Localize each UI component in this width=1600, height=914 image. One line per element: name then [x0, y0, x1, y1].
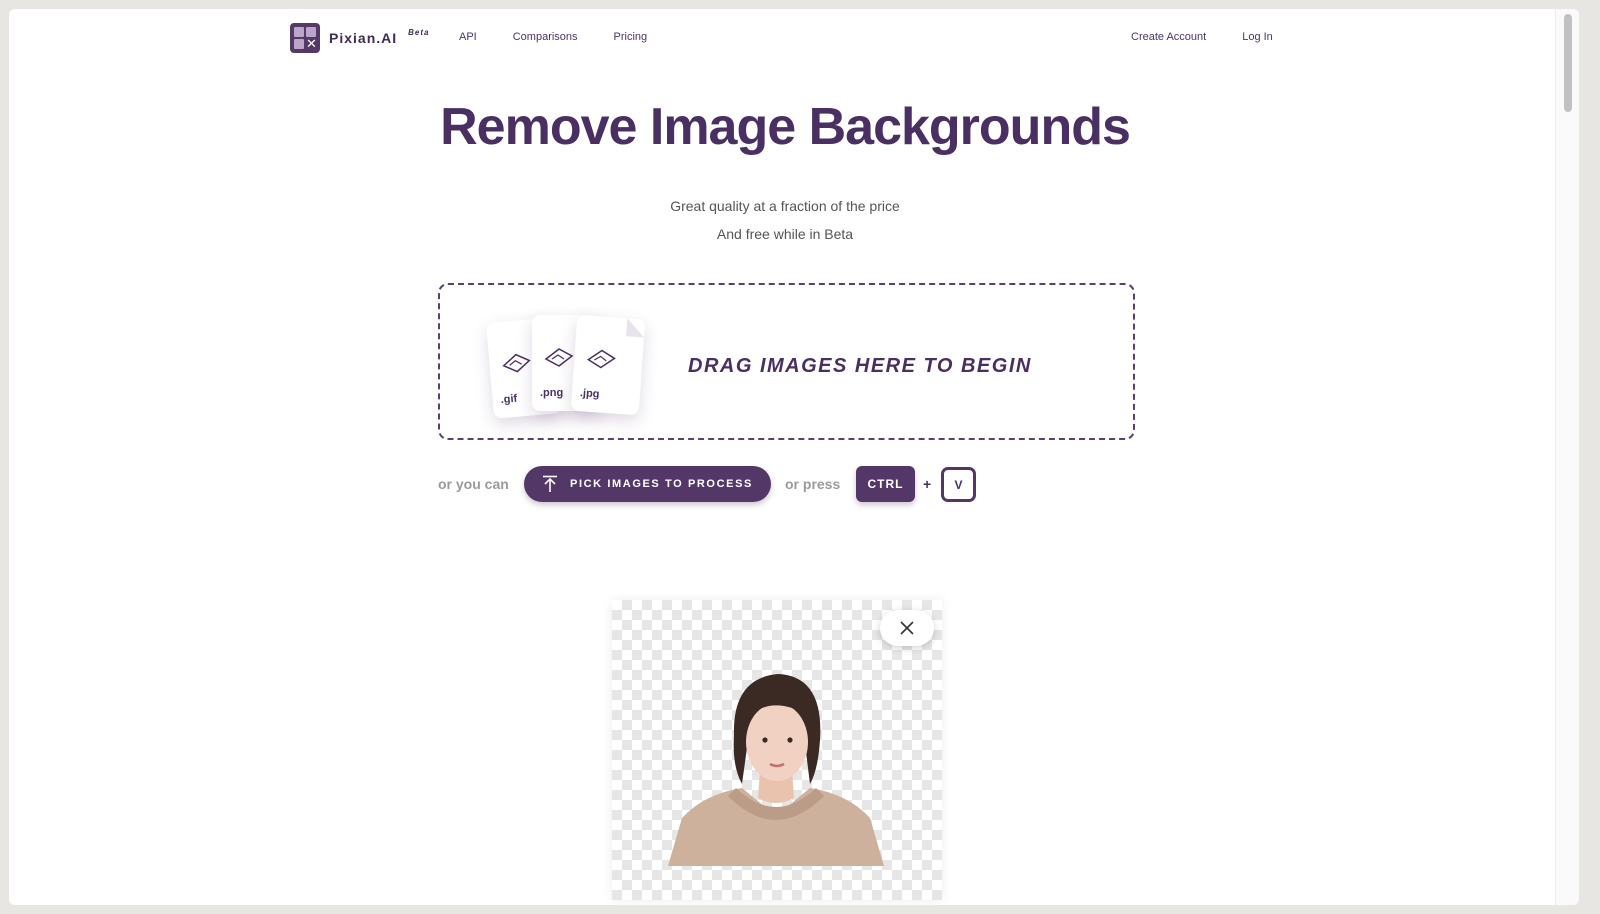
v-key: V: [941, 467, 976, 502]
pick-images-button[interactable]: PICK IMAGES TO PROCESS: [524, 466, 771, 502]
close-preview-button[interactable]: [880, 610, 934, 646]
subtitle-beta: And free while in Beta: [716, 226, 854, 242]
jpg-file-card: .jpg: [570, 314, 646, 416]
pick-images-label: PICK IMAGES TO PROCESS: [570, 478, 753, 490]
or-press-text: or press: [785, 476, 841, 492]
image-dropzone[interactable]: .gif .png .jpg DRAG IMAGES HERE TO BEGIN: [438, 283, 1135, 440]
image-file-icon: [544, 348, 574, 367]
subtitle-quality: Great quality at a fraction of the price: [670, 198, 900, 214]
file-ext-jpg: .jpg: [579, 387, 600, 401]
logo-text: Pixian.AI: [329, 30, 398, 46]
person-cutout-image: [668, 674, 884, 866]
image-file-icon: [502, 353, 531, 373]
page-title: Remove Image Backgrounds: [440, 98, 1131, 156]
dropzone-label: DRAG IMAGES HERE TO BEGIN: [688, 355, 1032, 377]
result-preview: [612, 600, 942, 900]
site-header: ✕ Pixian.AI Beta API Comparisons Pricing…: [9, 9, 1579, 65]
scrollbar-thumb[interactable]: [1564, 14, 1572, 112]
browser-window: ✕ Pixian.AI Beta API Comparisons Pricing…: [9, 9, 1579, 905]
account-nav: Create Account Log In: [1131, 31, 1273, 43]
page-scrollbar[interactable]: [1555, 9, 1579, 905]
nav-pricing-link[interactable]: Pricing: [614, 31, 648, 43]
plus-sign: +: [923, 476, 932, 492]
nav-comparisons-link[interactable]: Comparisons: [513, 31, 578, 43]
nav-api-link[interactable]: API: [459, 31, 477, 43]
close-icon: [900, 621, 914, 635]
pixian-logo-icon: ✕: [290, 23, 320, 53]
log-in-link[interactable]: Log In: [1242, 31, 1273, 43]
ctrl-key: CTRL: [856, 466, 915, 502]
file-ext-gif: .gif: [500, 392, 518, 407]
image-file-icon: [586, 349, 616, 369]
upload-arrow-icon: [543, 475, 558, 492]
file-ext-png: .png: [540, 387, 564, 399]
main-nav: API Comparisons Pricing: [459, 31, 647, 43]
beta-badge: Beta: [408, 27, 430, 37]
create-account-link[interactable]: Create Account: [1131, 31, 1206, 43]
logo[interactable]: ✕ Pixian.AI Beta: [290, 23, 429, 53]
or-you-can-text: or you can: [438, 476, 509, 492]
